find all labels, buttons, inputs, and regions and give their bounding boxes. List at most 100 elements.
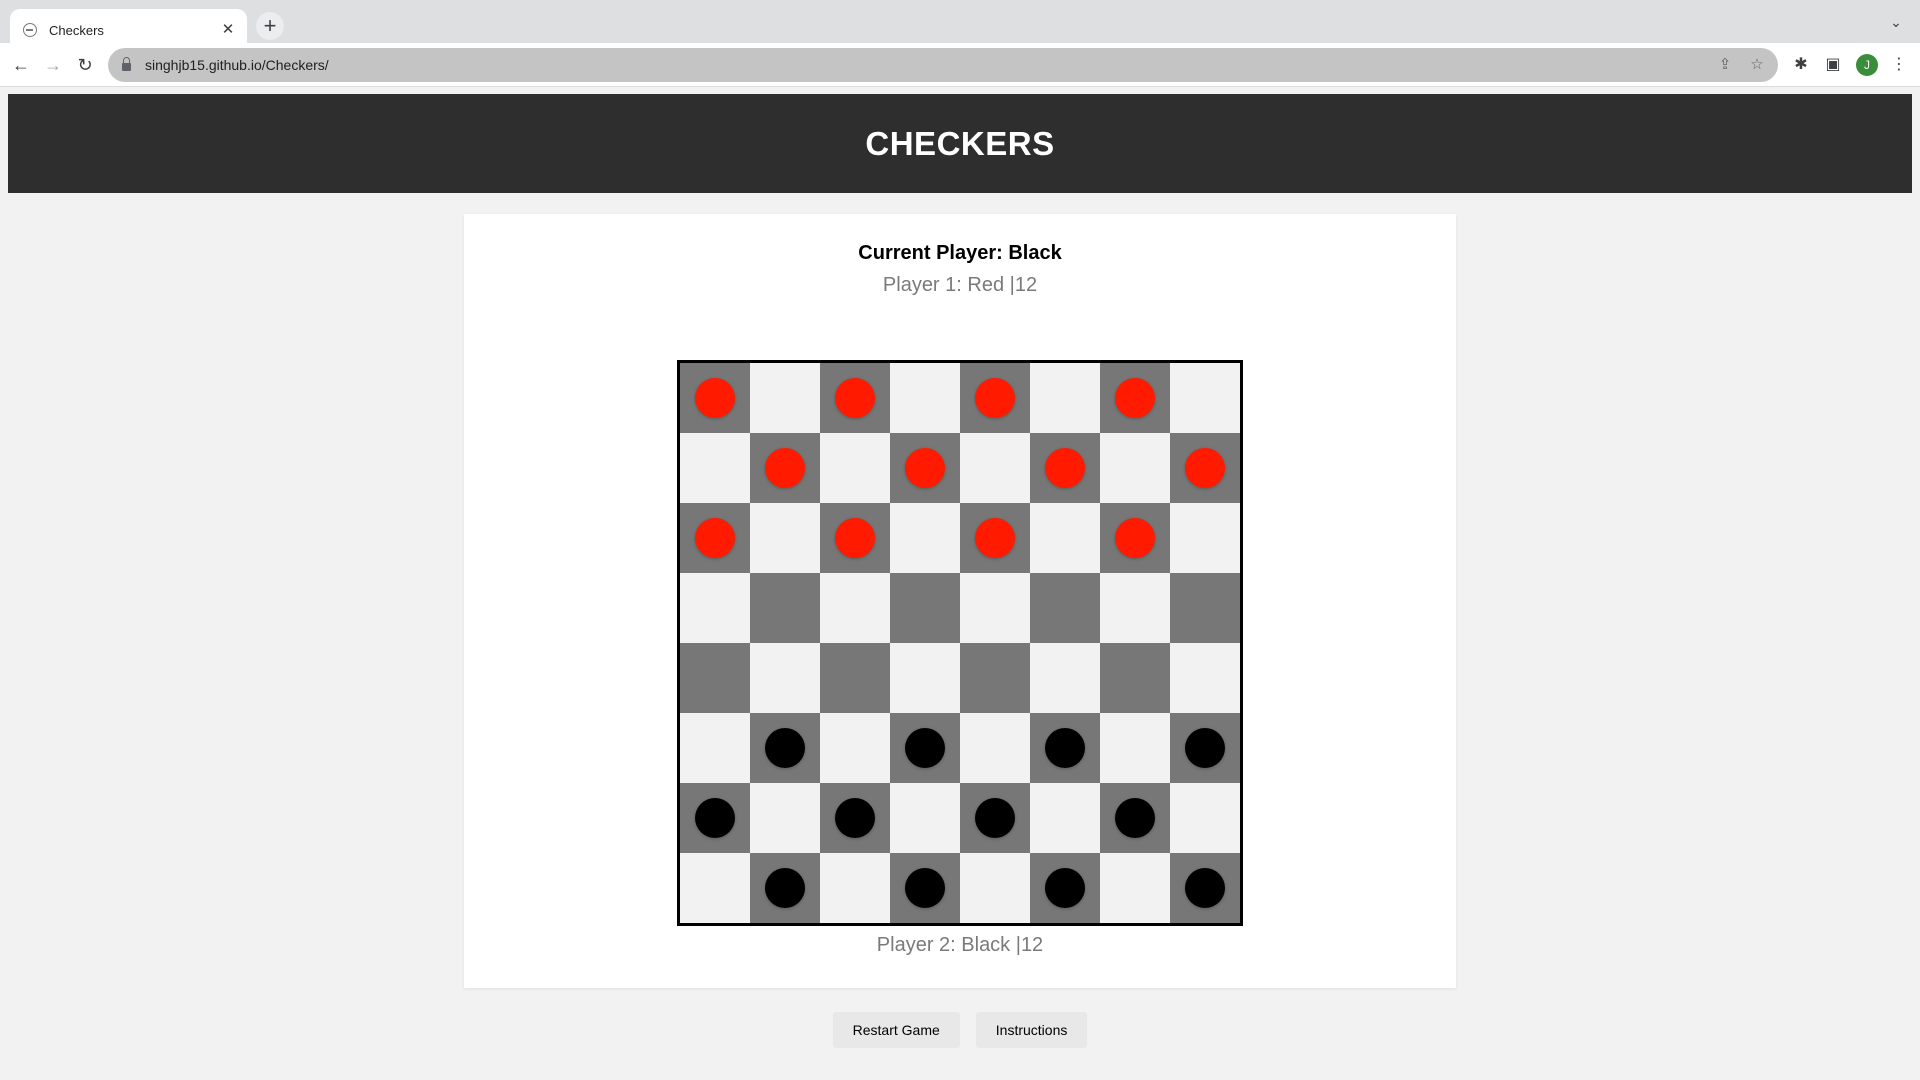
- red-piece[interactable]: [1185, 448, 1225, 488]
- board-square[interactable]: [1030, 573, 1100, 643]
- board-square[interactable]: [750, 433, 820, 503]
- black-piece[interactable]: [1185, 868, 1225, 908]
- board-square[interactable]: [890, 363, 960, 433]
- red-piece[interactable]: [1115, 378, 1155, 418]
- reload-icon[interactable]: ↻: [72, 52, 98, 78]
- board-square[interactable]: [1170, 713, 1240, 783]
- board-square[interactable]: [960, 713, 1030, 783]
- board-square[interactable]: [750, 573, 820, 643]
- board-square[interactable]: [680, 363, 750, 433]
- forward-icon[interactable]: →: [40, 52, 66, 78]
- board-square[interactable]: [960, 573, 1030, 643]
- red-piece[interactable]: [695, 378, 735, 418]
- red-piece[interactable]: [835, 518, 875, 558]
- black-piece[interactable]: [1115, 798, 1155, 838]
- board-square[interactable]: [820, 853, 890, 923]
- red-piece[interactable]: [1115, 518, 1155, 558]
- black-piece[interactable]: [835, 798, 875, 838]
- close-icon[interactable]: ✕: [219, 21, 237, 39]
- board-square[interactable]: [960, 853, 1030, 923]
- board-square[interactable]: [1030, 783, 1100, 853]
- board-square[interactable]: [960, 433, 1030, 503]
- side-panel-icon[interactable]: ▣: [1820, 52, 1846, 78]
- board-square[interactable]: [960, 643, 1030, 713]
- board-square[interactable]: [1100, 503, 1170, 573]
- black-piece[interactable]: [765, 868, 805, 908]
- red-piece[interactable]: [835, 378, 875, 418]
- board-square[interactable]: [1170, 433, 1240, 503]
- instructions-button[interactable]: Instructions: [975, 1012, 1088, 1048]
- board-square[interactable]: [960, 363, 1030, 433]
- red-piece[interactable]: [695, 518, 735, 558]
- board-square[interactable]: [890, 853, 960, 923]
- black-piece[interactable]: [1045, 868, 1085, 908]
- black-piece[interactable]: [905, 728, 945, 768]
- star-icon[interactable]: ☆: [1746, 54, 1768, 76]
- board-square[interactable]: [890, 433, 960, 503]
- red-piece[interactable]: [905, 448, 945, 488]
- board-square[interactable]: [750, 643, 820, 713]
- board-square[interactable]: [1100, 643, 1170, 713]
- board-square[interactable]: [750, 713, 820, 783]
- board-square[interactable]: [750, 363, 820, 433]
- board-square[interactable]: [1030, 853, 1100, 923]
- board-square[interactable]: [680, 853, 750, 923]
- board-square[interactable]: [1030, 643, 1100, 713]
- red-piece[interactable]: [1045, 448, 1085, 488]
- address-bar[interactable]: singhjb15.github.io/Checkers/ ⇪ ☆: [108, 48, 1778, 82]
- board-square[interactable]: [1030, 433, 1100, 503]
- share-icon[interactable]: ⇪: [1714, 54, 1736, 76]
- board-square[interactable]: [1170, 853, 1240, 923]
- black-piece[interactable]: [1185, 728, 1225, 768]
- board-square[interactable]: [680, 573, 750, 643]
- back-icon[interactable]: ←: [8, 52, 34, 78]
- board-square[interactable]: [820, 783, 890, 853]
- board-square[interactable]: [680, 503, 750, 573]
- black-piece[interactable]: [905, 868, 945, 908]
- board-square[interactable]: [1170, 783, 1240, 853]
- board-square[interactable]: [680, 783, 750, 853]
- new-tab-button[interactable]: +: [256, 12, 284, 40]
- board-square[interactable]: [1100, 783, 1170, 853]
- board-square[interactable]: [1170, 503, 1240, 573]
- red-piece[interactable]: [975, 518, 1015, 558]
- board-square[interactable]: [820, 573, 890, 643]
- board-square[interactable]: [1100, 363, 1170, 433]
- board-square[interactable]: [1030, 503, 1100, 573]
- board-square[interactable]: [1170, 363, 1240, 433]
- board-square[interactable]: [750, 503, 820, 573]
- board-square[interactable]: [1030, 363, 1100, 433]
- board-square[interactable]: [890, 713, 960, 783]
- board-square[interactable]: [1170, 573, 1240, 643]
- black-piece[interactable]: [765, 728, 805, 768]
- red-piece[interactable]: [975, 378, 1015, 418]
- board-square[interactable]: [680, 433, 750, 503]
- board-square[interactable]: [1030, 713, 1100, 783]
- avatar[interactable]: J: [1856, 54, 1878, 76]
- board-square[interactable]: [1100, 853, 1170, 923]
- menu-icon[interactable]: ⋮: [1886, 52, 1912, 78]
- board-square[interactable]: [680, 713, 750, 783]
- board-square[interactable]: [1170, 643, 1240, 713]
- board-square[interactable]: [1100, 433, 1170, 503]
- black-piece[interactable]: [695, 798, 735, 838]
- board-square[interactable]: [890, 643, 960, 713]
- checkers-board[interactable]: [677, 360, 1243, 926]
- board-square[interactable]: [890, 783, 960, 853]
- board-square[interactable]: [680, 643, 750, 713]
- board-square[interactable]: [890, 503, 960, 573]
- board-square[interactable]: [820, 503, 890, 573]
- restart-game-button[interactable]: Restart Game: [832, 1012, 960, 1048]
- board-square[interactable]: [1100, 573, 1170, 643]
- board-square[interactable]: [820, 713, 890, 783]
- board-square[interactable]: [890, 573, 960, 643]
- black-piece[interactable]: [1045, 728, 1085, 768]
- extensions-icon[interactable]: ✱: [1788, 52, 1814, 78]
- board-square[interactable]: [960, 783, 1030, 853]
- board-square[interactable]: [750, 853, 820, 923]
- chevron-down-icon[interactable]: ⌄: [1886, 14, 1906, 34]
- board-square[interactable]: [750, 783, 820, 853]
- board-square[interactable]: [820, 643, 890, 713]
- board-square[interactable]: [960, 503, 1030, 573]
- red-piece[interactable]: [765, 448, 805, 488]
